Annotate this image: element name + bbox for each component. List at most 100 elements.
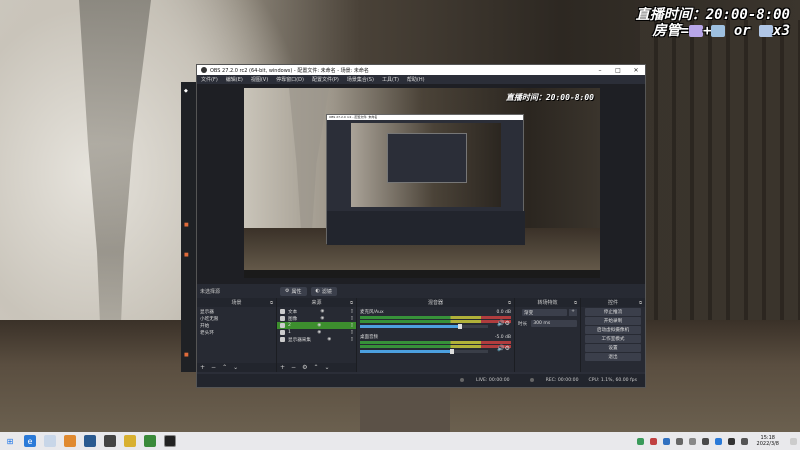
tray-app-icon[interactable] [688, 437, 696, 445]
transitions-title: 转场特效 [537, 300, 558, 306]
eye-icon[interactable]: ◉ [327, 337, 331, 342]
dock-float-icon[interactable]: ⧉ [508, 300, 511, 305]
source-item[interactable]: 显示器采集 ◉ ▯ [277, 336, 356, 343]
app-orange-icon[interactable] [64, 435, 76, 447]
live-status: LIVE: 00:00:00 [450, 377, 510, 383]
properties-button[interactable]: ⚙ 属性 [280, 286, 307, 296]
add-icon[interactable]: + [200, 364, 205, 371]
lock-icon[interactable]: ▯ [351, 309, 353, 314]
move-down-icon[interactable]: ⌄ [324, 364, 329, 371]
app-green-icon[interactable] [144, 435, 156, 447]
notification-icon[interactable] [790, 437, 797, 445]
source-item[interactable]: 图像 ◉ ▯ [277, 315, 356, 322]
volume-knob[interactable] [457, 324, 462, 329]
file-explorer-icon[interactable] [44, 435, 56, 447]
volume-icon[interactable] [727, 437, 735, 445]
preview-canvas[interactable]: 直播时间：20:00-8:00 OBS 27.2.0 rc2 - 配置文件: 未… [244, 88, 600, 278]
dock-float-icon[interactable]: ⧉ [574, 300, 577, 305]
eye-icon[interactable]: ◉ [320, 309, 324, 314]
ime-icon[interactable] [740, 437, 748, 445]
source-item[interactable]: 1 ◉ ▯ [277, 329, 356, 336]
menu-help[interactable]: 帮助(H) [407, 76, 425, 83]
menu-tools[interactable]: 工具(T) [382, 76, 399, 83]
lock-icon[interactable]: ▯ [351, 330, 353, 335]
menu-file[interactable]: 文件(F) [201, 76, 218, 83]
source-item[interactable]: 文本 ◉ ▯ [277, 308, 356, 315]
duration-input[interactable]: 300 ms [531, 320, 577, 327]
settings-button[interactable]: 设置 [585, 344, 641, 352]
studio-mode-button[interactable]: 工作室模式 [585, 335, 641, 343]
menu-profile[interactable]: 配置文件(P) [312, 76, 339, 83]
add-icon[interactable]: + [280, 364, 285, 371]
background-window[interactable]: ◆ ■ ■ ■ [181, 82, 197, 372]
speaker-icon[interactable]: 🔊⚙ [497, 345, 510, 352]
menu-scene-collection[interactable]: 场景集合(S) [347, 76, 374, 83]
dock-float-icon[interactable]: ⧉ [639, 300, 642, 305]
remove-icon[interactable]: − [291, 364, 296, 371]
gear-icon[interactable]: ⚙ [302, 364, 307, 371]
filters-label: 滤镜 [321, 288, 332, 295]
monitor-source-icon [280, 337, 285, 342]
tray-app-icon[interactable] [636, 437, 644, 445]
maximize-button[interactable]: □ [609, 67, 627, 74]
speaker-icon[interactable]: 🔊⚙ [497, 320, 510, 327]
move-up-icon[interactable]: ⌃ [313, 364, 318, 371]
obs-window[interactable]: OBS 27.2.0 rc2 (64-bit, windows) - 配置文件:… [196, 64, 646, 388]
dock-float-icon[interactable]: ⧉ [270, 300, 273, 305]
eye-icon[interactable]: ◉ [317, 323, 321, 328]
lock-icon[interactable]: ▯ [351, 337, 353, 342]
obs-taskbar-icon[interactable] [164, 435, 176, 447]
scene-item[interactable]: 开始 [197, 322, 276, 329]
taskbar: ⊞ e 15:18 2022/3/8 [0, 432, 800, 450]
scene-item[interactable]: 显示器 [197, 308, 276, 315]
transition-select[interactable]: 渐变 [522, 309, 567, 316]
menu-docks[interactable]: 停靠窗口(D) [276, 76, 304, 83]
title-bar[interactable]: OBS 27.2.0 rc2 (64-bit, windows) - 配置文件:… [197, 65, 645, 75]
moderators-or: or [725, 23, 760, 39]
close-button[interactable]: ✕ [627, 67, 645, 74]
cpu-status: CPU: 1.1%, 60.00 fps [588, 378, 637, 383]
volume-slider[interactable] [360, 324, 488, 329]
menu-view[interactable]: 视图(V) [251, 76, 268, 83]
source-item-selected[interactable]: 2 ◉ ▯ [277, 322, 356, 329]
scenes-header: 场景 ⧉ [197, 298, 276, 307]
volume-slider[interactable] [360, 349, 488, 354]
scene-item[interactable]: 小吃无限 [197, 315, 276, 322]
clock[interactable]: 15:18 2022/3/8 [757, 435, 779, 447]
windows-start-icon[interactable]: ⊞ [4, 435, 16, 447]
tray-app-icon[interactable] [675, 437, 683, 445]
start-recording-button[interactable]: 开始录制 [585, 317, 641, 325]
filters-button[interactable]: ◐ 滤镜 [310, 286, 337, 296]
eye-icon[interactable]: ◉ [320, 316, 324, 321]
start-virtual-camera-button[interactable]: 启动虚拟摄像机 [585, 326, 641, 334]
lock-icon[interactable]: ▯ [351, 316, 353, 321]
move-down-icon[interactable]: ⌄ [233, 364, 238, 371]
dock-float-icon[interactable]: ⧉ [350, 300, 353, 305]
menu-edit[interactable]: 编辑(E) [226, 76, 243, 83]
edge-browser-icon[interactable]: e [24, 435, 36, 447]
add-transition-icon[interactable]: + [569, 309, 577, 316]
scene-item[interactable]: 老头环 [197, 329, 276, 336]
steam-icon[interactable] [84, 435, 96, 447]
eye-icon[interactable]: ◉ [317, 330, 321, 335]
stop-streaming-button[interactable]: 停止推流 [585, 308, 641, 316]
tray-app-icon[interactable] [649, 437, 657, 445]
image-source-icon [280, 316, 285, 321]
tray-app-icon[interactable] [662, 437, 670, 445]
minimize-button[interactable]: – [591, 67, 609, 74]
source-label: 2 [288, 323, 291, 328]
properties-label: 属性 [291, 288, 302, 295]
remove-icon[interactable]: − [211, 364, 216, 371]
volume-knob[interactable] [450, 349, 455, 354]
avatar-icon [759, 25, 774, 37]
network-icon[interactable] [714, 437, 722, 445]
nested-docks [327, 211, 525, 245]
app-yellow-icon[interactable] [124, 435, 136, 447]
app-dark-icon[interactable] [104, 435, 116, 447]
window-title: OBS 27.2.0 rc2 (64-bit, windows) - 配置文件:… [210, 67, 369, 74]
exit-button[interactable]: 退出 [585, 353, 641, 361]
chevron-up-icon[interactable] [701, 437, 709, 445]
no-source-label: 未选择源 [200, 288, 221, 295]
move-up-icon[interactable]: ⌃ [222, 364, 227, 371]
lock-icon[interactable]: ▯ [351, 323, 353, 328]
